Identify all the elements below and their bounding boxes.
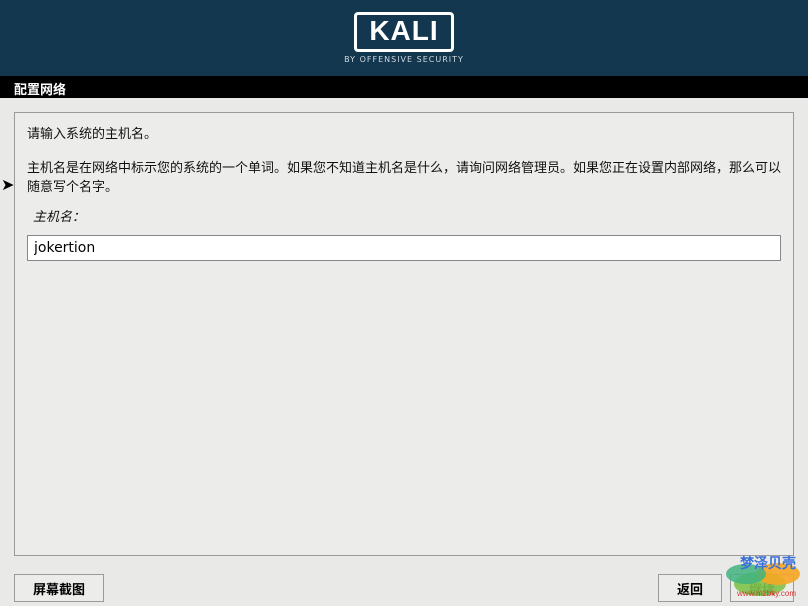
logo-title: KALI: [369, 17, 438, 45]
section-header: 配置网络: [0, 76, 808, 98]
hostname-label: 主机名：: [33, 208, 781, 228]
hostname-input[interactable]: [27, 235, 781, 261]
banner: KALI BY OFFENSIVE SECURITY: [0, 0, 808, 76]
content-box: ➤ 请输入系统的主机名。 主机名是在网络中标示您的系统的一个单词。如果您不知道主…: [14, 112, 794, 556]
intro-text: 请输入系统的主机名。: [27, 125, 781, 145]
button-row: 屏幕截图 返回 继续: [0, 570, 808, 606]
logo-subtitle: BY OFFENSIVE SECURITY: [344, 55, 464, 64]
back-button[interactable]: 返回: [658, 574, 722, 602]
kali-logo: KALI BY OFFENSIVE SECURITY: [344, 12, 464, 64]
content-wrap: ➤ 请输入系统的主机名。 主机名是在网络中标示您的系统的一个单词。如果您不知道主…: [0, 98, 808, 570]
logo-frame: KALI: [354, 12, 453, 52]
description-text: 主机名是在网络中标示您的系统的一个单词。如果您不知道主机名是什么，请询问网络管理…: [27, 159, 781, 198]
continue-button[interactable]: 继续: [730, 574, 794, 602]
screenshot-button[interactable]: 屏幕截图: [14, 574, 104, 602]
cursor-icon: ➤: [1, 173, 14, 197]
